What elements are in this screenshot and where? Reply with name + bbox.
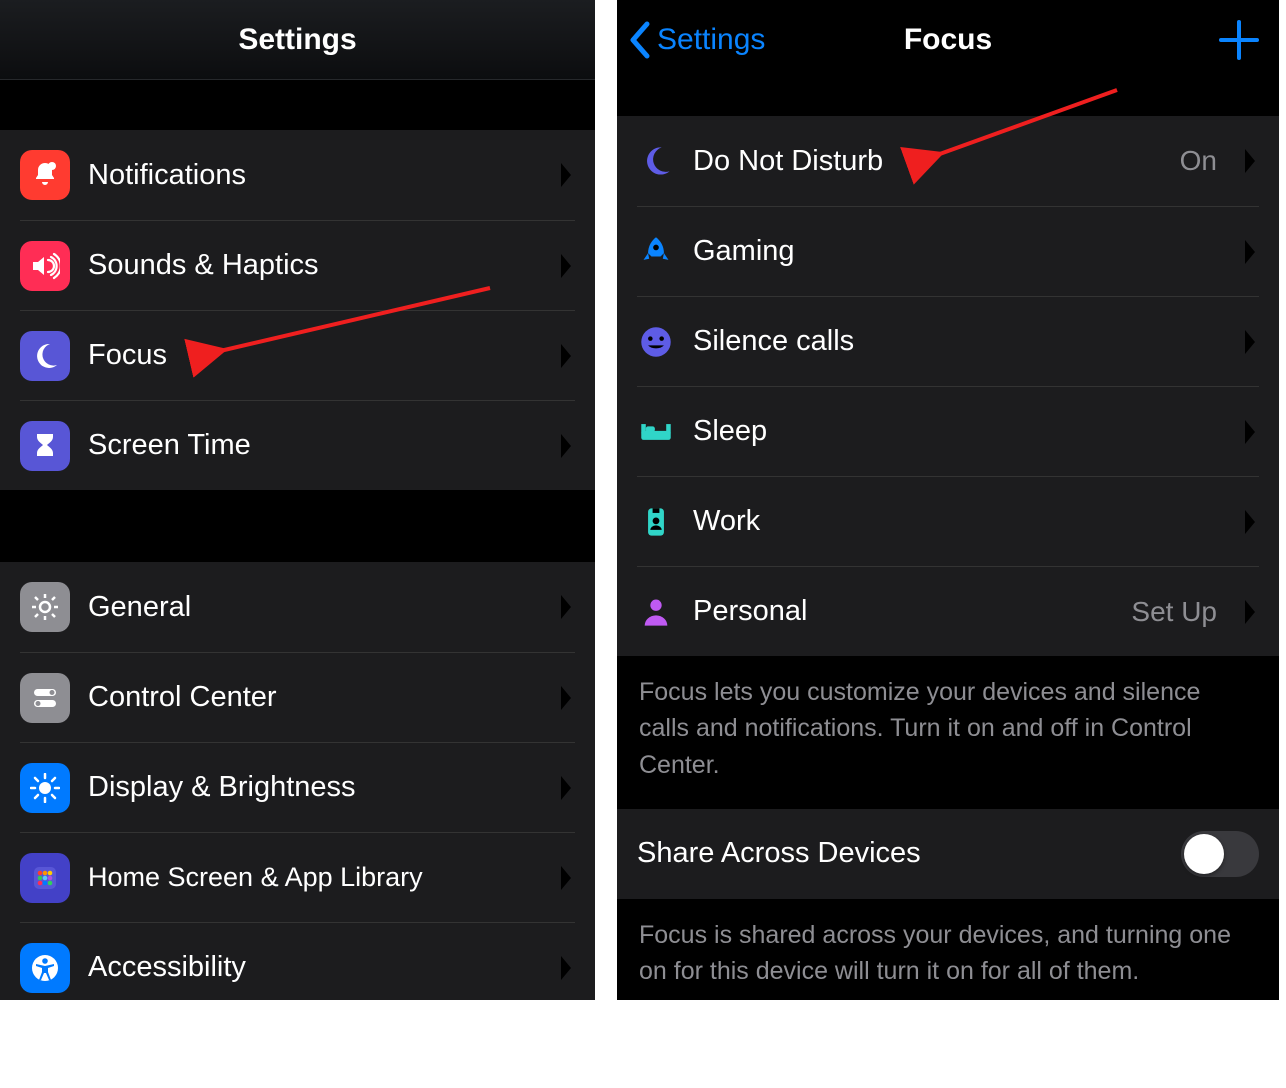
focus-label: Sleep: [693, 415, 1225, 448]
row-accessibility[interactable]: Accessibility: [0, 922, 595, 1000]
row-sounds-haptics[interactable]: Sounds & Haptics: [0, 220, 595, 310]
settings-group-1: Notifications Sounds & Haptics Focus: [0, 130, 595, 490]
row-general[interactable]: General: [0, 562, 595, 652]
settings-group-2: General Control Center Display & Brightn…: [0, 562, 595, 1000]
chevron-left-icon: [629, 20, 653, 60]
focus-label: Gaming: [693, 235, 1225, 268]
chevron-right-icon: [559, 252, 575, 280]
row-focus[interactable]: Focus: [0, 310, 595, 400]
section-spacer: [0, 490, 595, 562]
focus-do-not-disturb[interactable]: Do Not Disturb On: [617, 116, 1279, 206]
chevron-right-icon: [559, 593, 575, 621]
share-footer-description: Focus is shared across your devices, and…: [617, 899, 1279, 1000]
add-focus-button[interactable]: [1217, 0, 1261, 80]
row-label: Accessibility: [88, 951, 541, 984]
share-label: Share Across Devices: [637, 837, 1163, 870]
focus-footer-description: Focus lets you customize your devices an…: [617, 656, 1279, 809]
bell-icon: [20, 150, 70, 200]
chevron-right-icon: [1243, 147, 1259, 175]
row-label: Screen Time: [88, 429, 541, 462]
row-screen-time[interactable]: Screen Time: [0, 400, 595, 490]
rocket-icon: [637, 233, 675, 271]
person-icon: [637, 593, 675, 631]
focus-gaming[interactable]: Gaming: [617, 206, 1279, 296]
bed-icon: [637, 413, 675, 451]
focus-title: Focus: [904, 23, 992, 57]
focus-screen: Settings Focus Do Not Disturb On Gam: [617, 0, 1279, 1000]
row-label: Focus: [88, 339, 541, 372]
focus-status: Set Up: [1131, 596, 1217, 628]
chevron-right-icon: [1243, 598, 1259, 626]
settings-navbar: Settings: [0, 0, 595, 80]
chevron-right-icon: [1243, 508, 1259, 536]
moon-icon: [637, 142, 675, 180]
settings-title: Settings: [238, 23, 356, 57]
chevron-right-icon: [559, 954, 575, 982]
focus-status: On: [1180, 145, 1217, 177]
focus-label: Personal: [693, 595, 1113, 628]
focus-label: Silence calls: [693, 325, 1225, 358]
settings-screen: Settings Notifications Sounds & Haptics: [0, 0, 595, 1000]
share-across-devices-row: Share Across Devices: [617, 809, 1279, 899]
chevron-right-icon: [559, 432, 575, 460]
speaker-icon: [20, 241, 70, 291]
section-spacer: [0, 80, 595, 130]
chevron-right-icon: [1243, 238, 1259, 266]
smile-icon: [637, 323, 675, 361]
focus-personal[interactable]: Personal Set Up: [617, 566, 1279, 656]
sun-icon: [20, 763, 70, 813]
row-control-center[interactable]: Control Center: [0, 652, 595, 742]
row-label: Display & Brightness: [88, 771, 541, 804]
gear-icon: [20, 582, 70, 632]
focus-sleep[interactable]: Sleep: [617, 386, 1279, 476]
hourglass-icon: [20, 421, 70, 471]
toggles-icon: [20, 673, 70, 723]
back-button[interactable]: Settings: [629, 0, 765, 80]
chevron-right-icon: [1243, 328, 1259, 356]
chevron-right-icon: [559, 684, 575, 712]
row-label: Sounds & Haptics: [88, 249, 541, 282]
focus-work[interactable]: Work: [617, 476, 1279, 566]
chevron-right-icon: [559, 161, 575, 189]
row-notifications[interactable]: Notifications: [0, 130, 595, 220]
row-label: Notifications: [88, 159, 541, 192]
row-label: General: [88, 591, 541, 624]
focus-list: Do Not Disturb On Gaming Silence calls: [617, 116, 1279, 656]
chevron-right-icon: [559, 774, 575, 802]
grid-icon: [20, 853, 70, 903]
chevron-right-icon: [1243, 418, 1259, 446]
chevron-right-icon: [559, 342, 575, 370]
row-label: Home Screen & App Library: [88, 862, 541, 893]
share-across-devices-toggle[interactable]: [1181, 831, 1259, 877]
badge-icon: [637, 503, 675, 541]
focus-silence-calls[interactable]: Silence calls: [617, 296, 1279, 386]
focus-navbar: Settings Focus: [617, 0, 1279, 80]
moon-icon: [20, 331, 70, 381]
section-spacer: [617, 80, 1279, 116]
row-home-screen[interactable]: Home Screen & App Library: [0, 832, 595, 922]
chevron-right-icon: [559, 864, 575, 892]
focus-label: Work: [693, 505, 1225, 538]
focus-label: Do Not Disturb: [693, 145, 1162, 178]
share-section: Share Across Devices: [617, 809, 1279, 899]
row-display-brightness[interactable]: Display & Brightness: [0, 742, 595, 832]
back-label: Settings: [657, 23, 765, 57]
plus-icon: [1217, 18, 1261, 62]
row-label: Control Center: [88, 681, 541, 714]
accessibility-icon: [20, 943, 70, 993]
